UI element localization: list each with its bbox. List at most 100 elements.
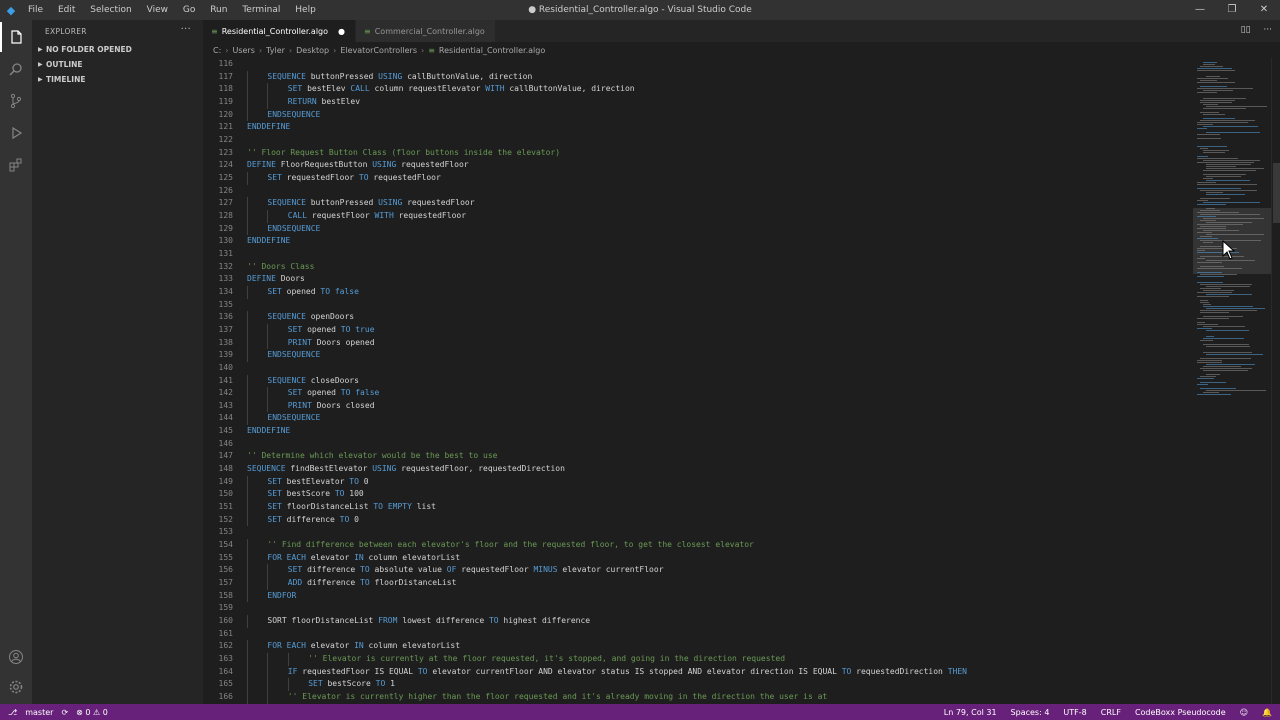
code-line[interactable]: 119 RETURN bestElev (203, 95, 1193, 109)
code-line[interactable]: 148 SEQUENCE findBestElevator USING reque… (203, 463, 1193, 476)
code-line[interactable]: 144 ENDSEQUENCE (203, 412, 1193, 426)
end-of-line[interactable]: CRLF (1101, 708, 1121, 717)
code-editor[interactable]: 116 117 SEQUENCE buttonPressed USING callB… (203, 58, 1193, 704)
menu-file[interactable]: File (28, 5, 43, 15)
section-outline[interactable]: ▶ OUTLINE (32, 57, 203, 72)
code-line[interactable]: 125 SET requestedFloor TO requestedFloor (203, 171, 1193, 185)
restore-button[interactable]: ❐ (1216, 0, 1248, 20)
menu-go[interactable]: Go (183, 5, 195, 15)
code-line[interactable]: 133 DEFINE Doors (203, 273, 1193, 286)
feedback-icon[interactable]: ☺ (1240, 708, 1248, 717)
code-line[interactable]: 134 SET opened TO false (203, 285, 1193, 299)
code-line[interactable]: 166 '' Elevator is currently higher than … (203, 691, 1193, 704)
code-line[interactable]: 126 (203, 185, 1193, 198)
code-line[interactable]: 164 IF requestedFloor IS EQUAL TO elevato… (203, 665, 1193, 679)
code-line[interactable]: 120 ENDSEQUENCE (203, 108, 1193, 122)
problems-indicator[interactable]: ⊗ 0 ⚠ 0 (76, 708, 108, 717)
section-timeline[interactable]: ▶ TIMELINE (32, 72, 203, 87)
code-line[interactable]: 160 SORT floorDistanceList FROM lowest di… (203, 615, 1193, 628)
cursor-position[interactable]: Ln 79, Col 31 (944, 708, 997, 717)
minimize-button[interactable]: — (1184, 0, 1216, 20)
gear-icon[interactable] (0, 672, 32, 702)
code-line[interactable]: 131 (203, 248, 1193, 261)
code-line[interactable]: 149 SET bestElevator TO 0 (203, 475, 1193, 489)
code-line[interactable]: 145 ENDDEFINE (203, 425, 1193, 438)
code-line[interactable]: 121 ENDDEFINE (203, 121, 1193, 134)
run-debug-icon[interactable] (0, 118, 32, 148)
encoding[interactable]: UTF-8 (1063, 708, 1086, 717)
code-line[interactable]: 138 PRINT Doors opened (203, 336, 1193, 350)
code-line[interactable]: 137 SET opened TO true (203, 323, 1193, 337)
tab-commercial-controller[interactable]: ≡ Commercial_Controller.algo (356, 20, 496, 42)
code-line[interactable]: 122 (203, 134, 1193, 147)
menu-run[interactable]: Run (210, 5, 227, 15)
code-line[interactable]: 118 SET bestElev CALL column requestEleva… (203, 83, 1193, 96)
vertical-scrollbar[interactable] (1271, 58, 1280, 704)
extensions-icon[interactable] (0, 150, 32, 180)
scrollbar-thumb[interactable] (1273, 163, 1280, 223)
breadcrumb-item[interactable]: Residential_Controller.algo (439, 46, 545, 55)
line-number: 126 (218, 185, 233, 195)
files-icon[interactable] (0, 22, 32, 52)
code-line[interactable]: 129 ENDSEQUENCE (203, 222, 1193, 236)
indentation[interactable]: Spaces: 4 (1011, 708, 1050, 717)
breadcrumb-item[interactable]: C: (213, 46, 221, 55)
git-branch[interactable]: master (25, 708, 53, 717)
code-line[interactable]: 117 SEQUENCE buttonPressed USING callButt… (203, 70, 1193, 84)
code-line[interactable]: 142 SET opened TO false (203, 387, 1193, 400)
code-line[interactable]: 158 ENDFOR (203, 589, 1193, 603)
menu-terminal[interactable]: Terminal (242, 5, 280, 15)
code-line[interactable]: 152 SET difference TO 0 (203, 513, 1193, 527)
code-line[interactable]: 159 (203, 602, 1193, 615)
minimap[interactable] (1193, 58, 1271, 704)
split-editor-icon[interactable]: ▯▯ (1241, 25, 1251, 35)
source-control-icon[interactable] (0, 86, 32, 116)
code-line[interactable]: 156 SET difference TO absolute value OF r… (203, 564, 1193, 578)
code-line[interactable]: 153 (203, 526, 1193, 539)
menu-selection[interactable]: Selection (90, 5, 131, 15)
code-line[interactable]: 127 SEQUENCE buttonPressed USING requeste… (203, 197, 1193, 210)
code-line[interactable]: 116 (203, 58, 1193, 71)
code-line[interactable]: 123 '' Floor Request Button Class (floor … (203, 147, 1193, 160)
code-line[interactable]: 140 (203, 362, 1193, 375)
search-icon[interactable] (0, 54, 32, 84)
code-line[interactable]: 141 SEQUENCE closeDoors (203, 374, 1193, 388)
notifications-bell-icon[interactable]: 🔔 (1262, 708, 1272, 717)
code-line[interactable]: 155 FOR EACH elevator IN column elevatorL… (203, 551, 1193, 565)
code-line[interactable]: 162 FOR EACH elevator IN column elevatorL… (203, 640, 1193, 654)
code-line[interactable]: 136 SEQUENCE openDoors (203, 311, 1193, 324)
code-line[interactable]: 165 SET bestScore TO 1 (203, 678, 1193, 691)
menu-view[interactable]: View (147, 5, 168, 15)
code-line[interactable]: 147 '' Determine which elevator would be … (203, 450, 1193, 463)
close-button[interactable]: ✕ (1248, 0, 1280, 20)
code-line[interactable]: 146 (203, 438, 1193, 451)
code-line[interactable]: 135 (203, 299, 1193, 312)
code-line[interactable]: 132 '' Doors Class (203, 261, 1193, 274)
code-line[interactable]: 143 PRINT Doors closed (203, 399, 1193, 413)
breadcrumb-item[interactable]: Tyler (266, 46, 285, 55)
code-line[interactable]: 139 ENDSEQUENCE (203, 349, 1193, 362)
section-no-folder[interactable]: ▶ NO FOLDER OPENED (32, 42, 203, 57)
breadcrumb-item[interactable]: Users (232, 46, 254, 55)
code-line[interactable]: 130 ENDDEFINE (203, 235, 1193, 248)
account-icon[interactable] (0, 642, 32, 672)
more-actions-icon[interactable]: ··· (1263, 25, 1272, 35)
code-text: ENDSEQUENCE (267, 109, 320, 122)
breadcrumb-item[interactable]: Desktop (296, 46, 329, 55)
tab-residential-controller[interactable]: ≡ Residential_Controller.algo ● (203, 20, 357, 42)
code-line[interactable]: 124 DEFINE FloorRequestButton USING reque… (203, 159, 1193, 172)
code-line[interactable]: 150 SET bestScore TO 100 (203, 488, 1193, 502)
code-line[interactable]: 154 '' Find difference between each eleva… (203, 539, 1193, 552)
menu-help[interactable]: Help (295, 5, 316, 15)
language-mode[interactable]: CodeBoxx Pseudocode (1135, 708, 1226, 717)
code-line[interactable]: 157 ADD difference TO floorDistanceList (203, 577, 1193, 590)
more-actions-icon[interactable]: ··· (181, 24, 191, 35)
code-line[interactable]: 151 SET floorDistanceList TO EMPTY list (203, 501, 1193, 514)
modified-dot-icon[interactable]: ● (338, 27, 345, 36)
breadcrumb-item[interactable]: ElevatorControllers (340, 46, 417, 55)
code-line[interactable]: 128 CALL requestFloor WITH requestedFloor (203, 209, 1193, 223)
code-line[interactable]: 161 (203, 628, 1193, 641)
menu-edit[interactable]: Edit (58, 5, 75, 15)
sync-icon[interactable]: ⟳ (61, 708, 68, 717)
code-line[interactable]: 163 '' Elevator is currently at the floor… (203, 653, 1193, 666)
